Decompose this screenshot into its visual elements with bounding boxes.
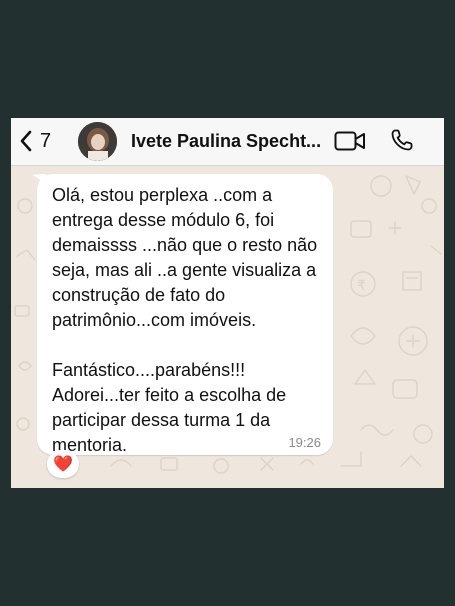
unread-count: 7	[40, 129, 52, 152]
chat-window: 7 Ivete Paulina Specht... ₹ Olá, estou p…	[11, 118, 444, 488]
voice-call-button[interactable]	[390, 128, 414, 152]
chevron-left-icon	[20, 130, 32, 152]
message-time: 19:26	[288, 435, 321, 450]
heart-icon: ❤️	[53, 456, 73, 473]
chat-header: 7 Ivete Paulina Specht...	[11, 118, 444, 166]
contact-name[interactable]: Ivete Paulina Specht...	[131, 131, 321, 152]
svg-text:₹: ₹	[357, 278, 366, 294]
message-bubble[interactable]: Olá, estou perplexa ..com a entrega dess…	[37, 174, 333, 455]
heart-reaction[interactable]: ❤️	[47, 450, 79, 478]
message-text: Olá, estou perplexa ..com a entrega dess…	[52, 185, 318, 455]
video-call-button[interactable]	[334, 130, 366, 152]
back-button[interactable]: 7	[19, 127, 51, 155]
video-camera-icon	[334, 131, 365, 151]
avatar[interactable]	[78, 122, 117, 161]
phone-icon	[391, 129, 413, 151]
